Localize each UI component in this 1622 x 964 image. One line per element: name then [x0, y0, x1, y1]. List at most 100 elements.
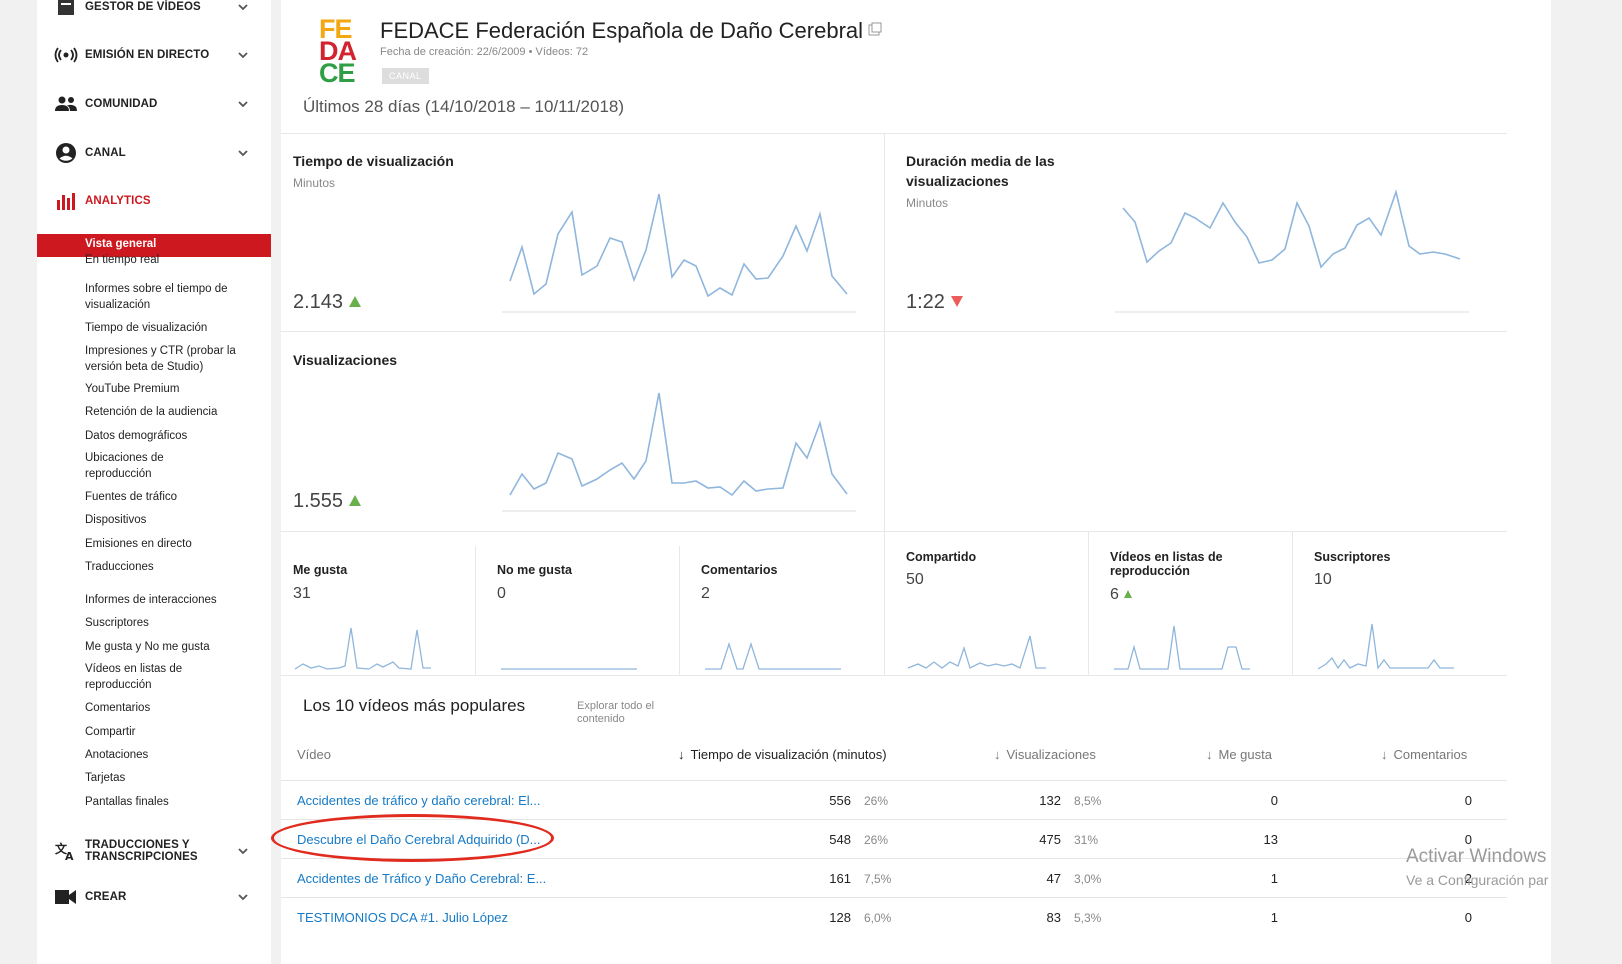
date-range[interactable]: Últimos 28 días (14/10/2018 – 10/11/2018… — [303, 97, 624, 117]
sparkline-avg-duration — [1115, 189, 1469, 313]
metric-value: 1:22 — [906, 291, 963, 314]
sparkline-playlists — [1114, 625, 1250, 670]
sidebar-item-demograficos[interactable]: Datos demográficos — [85, 428, 265, 444]
metric-unit: Minutos — [293, 176, 336, 190]
column-header-likes[interactable]: ↓ Me gusta — [1206, 747, 1272, 762]
sidebar-item-impresiones[interactable]: Impresiones y CTR (probar la versión bet… — [85, 343, 265, 375]
video-title-link[interactable]: Accidentes de Tráfico y Daño Cerebral: E… — [297, 871, 546, 886]
external-link-icon[interactable] — [868, 22, 882, 36]
trend-up-icon — [1123, 590, 1132, 598]
sidebar-item-retencion[interactable]: Retención de la audiencia — [85, 404, 265, 420]
sidebar-item-anotaciones[interactable]: Anotaciones — [85, 747, 265, 763]
sidebar-item-compartir[interactable]: Compartir — [85, 724, 265, 740]
channel-meta: Fecha de creación: 22/6/2009 • Vídeos: 7… — [380, 46, 589, 58]
sidebar-item-pantallas-finales[interactable]: Pantallas finales — [85, 794, 265, 810]
sidebar-item-listas[interactable]: Vídeos en listas de reproducción — [85, 661, 205, 693]
sidebar-item-me-gusta[interactable]: Me gusta y No me gusta — [85, 639, 265, 655]
sidebar-section-label: COMUNIDAD — [85, 98, 158, 110]
column-header-comments[interactable]: ↓ Comentarios — [1381, 747, 1467, 762]
views-percent: 5,3% — [1074, 911, 1102, 925]
divider — [475, 546, 476, 675]
metric-value: 2 — [701, 585, 710, 602]
divider — [679, 546, 680, 675]
watch-time-value: 548 — [829, 832, 851, 847]
sidebar-section-channel[interactable]: CANAL — [37, 138, 271, 168]
sidebar-item-traducciones[interactable]: Traducciones — [85, 559, 265, 575]
metric-value: 6 — [1110, 586, 1132, 604]
sidebar-section-translations[interactable]: 文A TRADUCCIONES Y TRANSCRIPCIONES — [37, 833, 271, 869]
metric-title: Comentarios — [701, 563, 778, 577]
metric-value: 0 — [497, 585, 506, 602]
views-percent: 8,5% — [1074, 794, 1102, 808]
metric-value: 2.143 — [293, 291, 362, 314]
sidebar-section-video-manager[interactable]: GESTOR DE VÍDEOS — [37, 0, 271, 22]
divider — [884, 133, 885, 675]
channel-logo: FE DA CE — [319, 14, 357, 88]
sidebar-item-tarjetas[interactable]: Tarjetas — [85, 770, 265, 786]
analytics-icon — [54, 189, 78, 213]
metric-title: Duración media de las visualizaciones — [906, 153, 1055, 189]
video-title-link[interactable]: Accidentes de tráfico y daño cerebral: E… — [297, 793, 541, 808]
comments-value: 0 — [1464, 793, 1472, 808]
community-icon — [54, 92, 78, 116]
sidebar-item-fuentes[interactable]: Fuentes de tráfico — [85, 489, 265, 505]
watch-time-value: 128 — [829, 910, 851, 925]
sort-arrow-down-icon: ↓ — [678, 747, 685, 762]
explore-all-content-link[interactable]: Explorar todo el contenido — [577, 700, 687, 726]
metric-title: Suscriptores — [1314, 550, 1391, 564]
sidebar-item-tiempo-real[interactable]: En tiempo real — [85, 252, 265, 268]
metric-title: Compartido — [906, 550, 977, 564]
sparkline-likes — [294, 627, 431, 670]
sidebar-section-label: ANALYTICS — [85, 195, 151, 207]
live-broadcast-icon — [54, 43, 78, 67]
sidebar-item-comentarios[interactable]: Comentarios — [85, 700, 265, 716]
sidebar-item-premium[interactable]: YouTube Premium — [85, 381, 265, 397]
sidebar-item-suscriptores[interactable]: Suscriptores — [85, 615, 265, 631]
divider — [281, 897, 1507, 898]
chevron-down-icon — [238, 150, 248, 157]
sparkline-subscribers — [1317, 623, 1454, 670]
metric-title: Vídeos en listas de reproducción — [1110, 550, 1223, 578]
sidebar-section-label: EMISIÓN EN DIRECTO — [85, 49, 210, 61]
views-percent: 3,0% — [1074, 872, 1102, 886]
metric-title: Tiempo de visualización — [293, 153, 454, 169]
channel-badge: CANAL — [382, 68, 429, 84]
sidebar-item-informes-tiempo[interactable]: Informes sobre el tiempo de visualizació… — [85, 281, 265, 313]
sidebar-section-label: CREAR — [85, 891, 127, 903]
sidebar: GESTOR DE VÍDEOS EMISIÓN EN DIRECTO COMU… — [37, 0, 271, 964]
sidebar-item-dispositivos[interactable]: Dispositivos — [85, 512, 265, 528]
metric-value: 31 — [293, 585, 311, 602]
sidebar-section-community[interactable]: COMUNIDAD — [37, 89, 271, 119]
views-value: 475 — [1039, 832, 1061, 847]
views-percent: 31% — [1074, 833, 1099, 847]
chevron-down-icon — [238, 894, 248, 901]
sidebar-item-emisiones[interactable]: Emisiones en directo — [85, 536, 265, 552]
sidebar-item-informes-interacciones[interactable]: Informes de interacciones — [85, 592, 265, 608]
video-manager-icon — [54, 0, 78, 19]
sidebar-section-create[interactable]: CREAR — [37, 882, 271, 912]
sidebar-section-analytics[interactable]: ANALYTICS — [37, 186, 271, 216]
chevron-down-icon — [238, 4, 248, 11]
sidebar-item-tiempo-visualizacion[interactable]: Tiempo de visualización — [85, 320, 265, 336]
sidebar-item-ubicaciones[interactable]: Ubicaciones de reproducción — [85, 450, 205, 482]
red-highlight-ellipse — [271, 814, 554, 862]
sparkline-dislikes — [501, 668, 637, 670]
sort-arrow-down-icon: ↓ — [1206, 747, 1213, 762]
trend-down-icon — [950, 296, 963, 307]
column-header-watch-time[interactable]: ↓ Tiempo de visualización (minutos) — [678, 747, 887, 762]
likes-value: 13 — [1263, 832, 1278, 847]
sidebar-section-label: CANAL — [85, 147, 126, 159]
sidebar-section-live[interactable]: EMISIÓN EN DIRECTO — [37, 40, 271, 70]
top-videos-title: Los 10 vídeos más populares — [303, 696, 526, 715]
video-title-link[interactable]: TESTIMONIOS DCA #1. Julio López — [297, 910, 508, 925]
divider — [281, 675, 1507, 676]
channel-icon — [54, 141, 78, 165]
comments-value: 0 — [1464, 910, 1472, 925]
column-header-views[interactable]: ↓ Visualizaciones — [994, 747, 1096, 762]
divider — [281, 133, 1507, 134]
divider — [1292, 531, 1293, 675]
likes-value: 0 — [1270, 793, 1278, 808]
watch-time-percent: 26% — [864, 833, 889, 847]
column-header-video[interactable]: Vídeo — [297, 747, 331, 762]
channel-name[interactable]: FEDACE Federación Española de Daño Cereb… — [380, 18, 863, 44]
